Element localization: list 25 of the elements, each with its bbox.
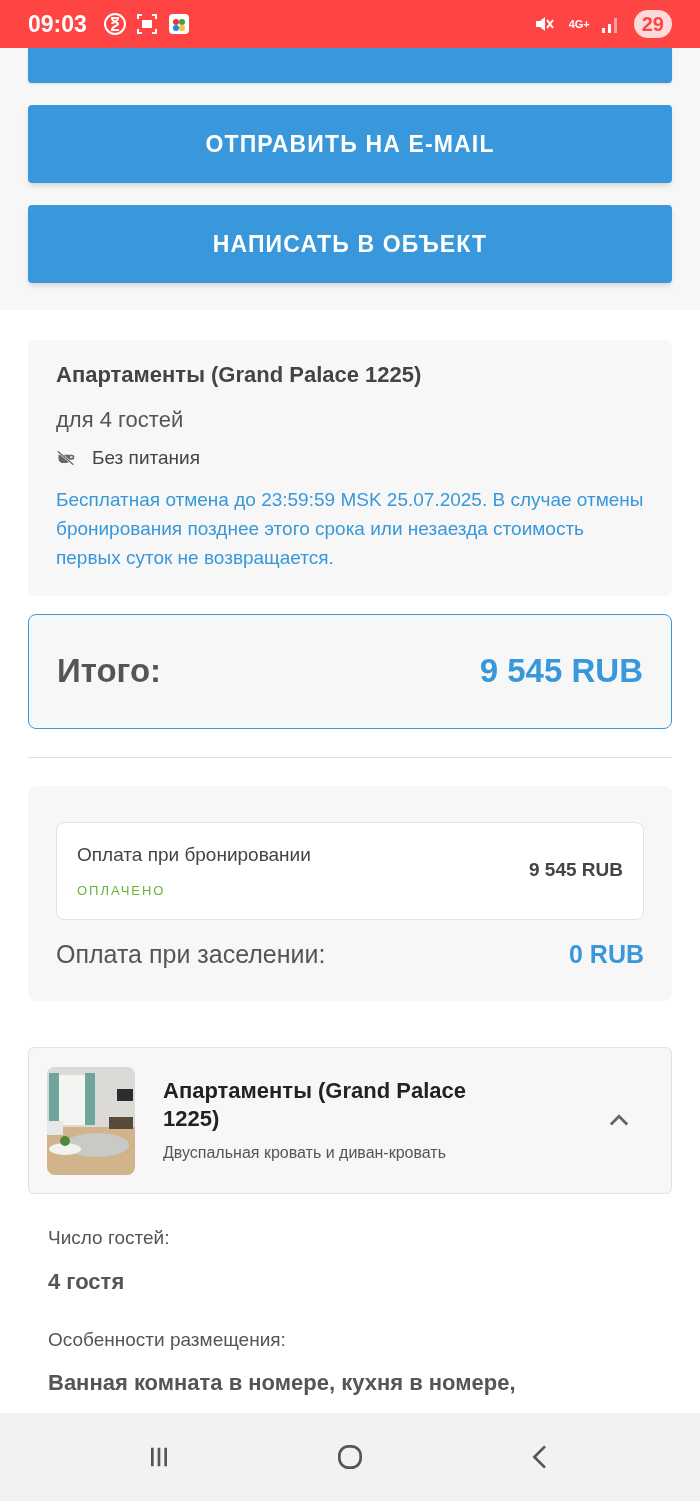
total-label: Итого: bbox=[57, 651, 162, 692]
action-button[interactable]: НАПИСАТЬ В ОБЪЕКТ bbox=[28, 205, 672, 283]
network-type: 4G+ bbox=[568, 18, 590, 30]
clock: 09:03 bbox=[28, 9, 87, 39]
detail-label: Число гостей: bbox=[48, 1226, 171, 1250]
booking-amount: 9 545 RUB bbox=[529, 858, 623, 883]
cancellation-text: Бесплатная отмена до 23:59:59 MSK 25.07.2025. В случае отмены бронирования позднее этого срока или незаезда стоимость первых суток не возвращается. bbox=[56, 487, 644, 570]
detail-value: Ванная комната в номере, кухня в номере, bbox=[48, 1369, 517, 1397]
detail-value: 4 гостя bbox=[48, 1267, 126, 1296]
room-card[interactable]: Апартаменты (Grand Palace 1225) Двуспальная кровать и диван-кровать bbox=[28, 1047, 672, 1194]
app-icon bbox=[166, 12, 191, 36]
booking-payment-label: Оплата при бронировании bbox=[77, 842, 311, 867]
offer-title: Апартаменты (Grand Palace 1225) bbox=[56, 361, 423, 389]
guests-text: для 4 гостей bbox=[56, 406, 185, 434]
checkin-payment-label: Оплата при заселении: bbox=[56, 938, 326, 970]
action-button[interactable]: ОТПРАВИТЬ НА E-MAIL bbox=[28, 105, 672, 183]
screenshot-icon bbox=[134, 12, 159, 36]
meal-text: Без питания bbox=[92, 446, 200, 470]
bed-types: Двуспальная кровать и диван-кровать bbox=[163, 1142, 448, 1163]
room-title: Апартаменты (Grand Palace 1225) bbox=[163, 1076, 467, 1133]
checkin-amount: 0 RUB bbox=[569, 938, 644, 970]
detail-label: Особенности размещения: bbox=[48, 1327, 287, 1352]
total-amount: 9 545 RUB bbox=[479, 651, 643, 692]
battery-level: 29 bbox=[633, 10, 672, 38]
payment-status: ОПЛАЧЕНО bbox=[77, 882, 167, 900]
